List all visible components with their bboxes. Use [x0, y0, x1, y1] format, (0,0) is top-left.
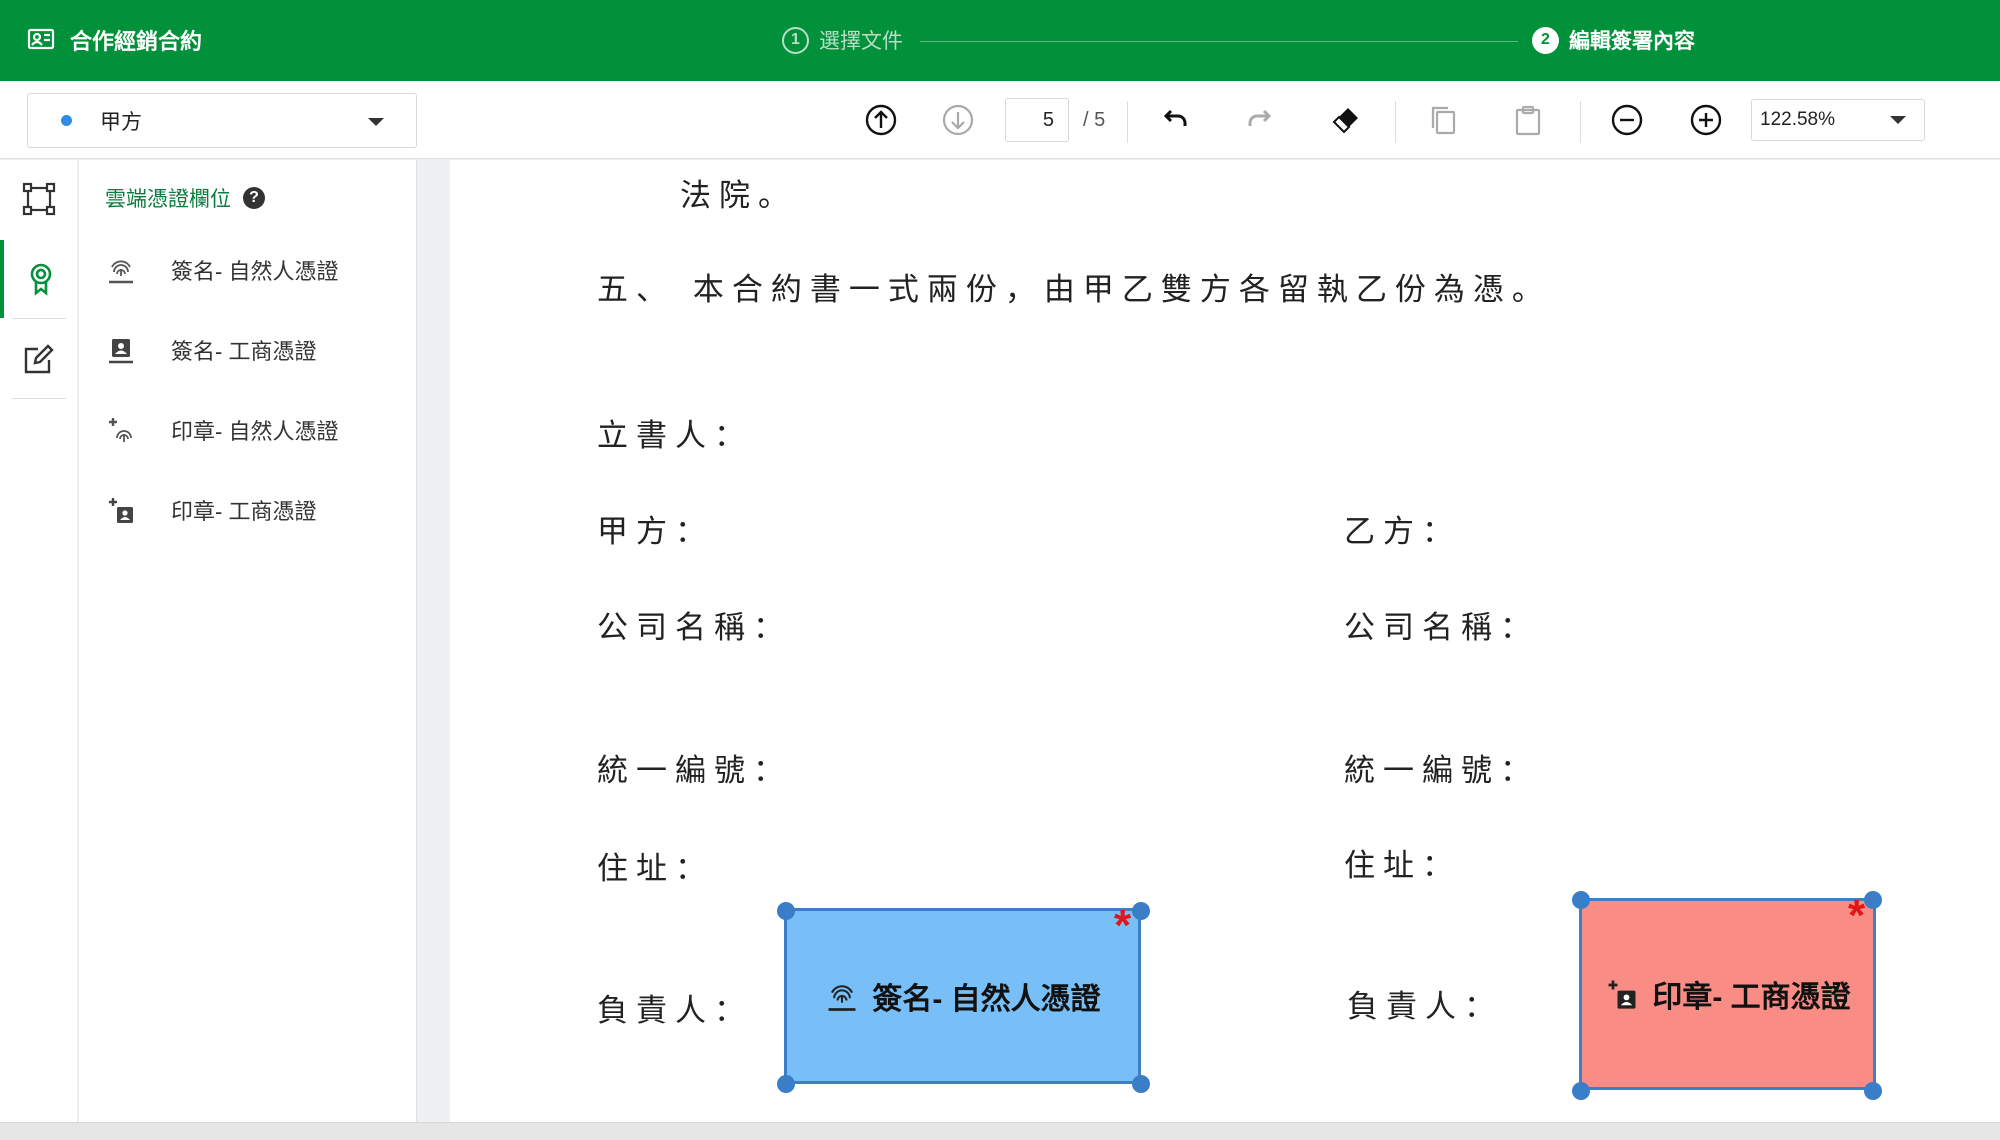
- party-color-dot: [61, 115, 72, 126]
- doc-address-b: 住址：: [1344, 848, 1461, 884]
- help-icon[interactable]: ?: [243, 187, 265, 209]
- badge-sign-icon: [109, 339, 133, 364]
- minus-circle-icon: [1611, 104, 1643, 136]
- undo-button[interactable]: [1154, 99, 1196, 141]
- arrow-down-circle-icon: [942, 104, 974, 136]
- field-sign-business[interactable]: 簽名- 工商憑證: [105, 330, 316, 370]
- field-panel: 雲端憑證欄位 ? 簽名- 自然人憑證 簽名- 工商憑證 印章- 自然人憑證 印章…: [79, 160, 417, 1122]
- step-edit-signature[interactable]: 2 編輯簽署內容: [1532, 22, 1695, 58]
- field-label: 簽名- 自然人憑證: [171, 259, 339, 284]
- copy-icon: [1431, 106, 1456, 135]
- redo-icon: [1248, 109, 1272, 126]
- doc-signatory-label: 立書人：: [597, 418, 753, 454]
- zoom-in-button[interactable]: [1685, 99, 1727, 141]
- fingerprint-sign-icon: [109, 260, 133, 284]
- fingerprint-sign-icon: [828, 985, 856, 1011]
- badge-stamp-icon: [1608, 980, 1636, 1009]
- chevron-down-icon: [1890, 116, 1906, 124]
- zoom-select[interactable]: 122.58%: [1751, 99, 1925, 141]
- field-label: 印章- 工商憑證: [171, 499, 317, 524]
- doc-tax-id-a: 統一編號：: [597, 753, 792, 789]
- eraser-button[interactable]: [1324, 99, 1366, 141]
- doc-responsible-b: 負責人：: [1347, 989, 1503, 1025]
- resize-handle-bottom-left[interactable]: [1572, 1082, 1590, 1100]
- selection-frame-icon: [22, 182, 56, 216]
- resize-handle-top-right[interactable]: [1132, 902, 1150, 920]
- rail-divider: [12, 318, 66, 319]
- doc-party-b-label: 乙方：: [1344, 514, 1461, 550]
- tool-rail: [0, 160, 78, 1122]
- required-star: *: [1848, 891, 1866, 940]
- arrow-up-circle-icon: [865, 104, 897, 136]
- rail-select-tool[interactable]: [0, 160, 78, 238]
- panel-title-text: 雲端憑證欄位: [105, 188, 231, 211]
- doc-party-a-label: 甲方：: [597, 514, 714, 550]
- rail-certificate-tool[interactable]: [0, 240, 78, 318]
- toolbar: 甲方 5 / 5 122.58%: [0, 81, 2000, 159]
- undo-icon: [1163, 109, 1187, 126]
- resize-handle-top-left[interactable]: [1572, 891, 1590, 909]
- page-number-input[interactable]: 5: [1005, 98, 1069, 142]
- app-title-text: 合作經銷合約: [70, 29, 203, 54]
- required-star: *: [1114, 901, 1132, 950]
- redo-button[interactable]: [1239, 99, 1281, 141]
- step-label: 編輯簽署內容: [1569, 30, 1695, 53]
- eraser-icon: [1332, 108, 1358, 134]
- rail-edit-tool[interactable]: [0, 320, 78, 398]
- plus-circle-icon: [1690, 104, 1722, 136]
- doc-tax-id-b: 統一編號：: [1344, 753, 1539, 789]
- clipboard-icon: [1515, 105, 1541, 136]
- fingerprint-stamp-icon: [109, 418, 132, 442]
- resize-handle-top-left[interactable]: [777, 902, 795, 920]
- resize-handle-top-right[interactable]: [1864, 891, 1882, 909]
- step-label: 選擇文件: [819, 30, 903, 53]
- toolbar-divider: [1580, 101, 1581, 143]
- field-label: 簽名- 工商憑證: [171, 339, 317, 364]
- award-badge-icon: [30, 263, 52, 296]
- doc-company-name-b: 公司名稱：: [1344, 610, 1539, 646]
- doc-responsible-a: 負責人：: [597, 993, 753, 1029]
- signature-field-personal[interactable]: 簽名- 自然人憑證: [784, 908, 1141, 1084]
- copy-button[interactable]: [1422, 99, 1464, 141]
- edit-square-icon: [24, 344, 54, 374]
- signature-field-label: 簽名- 自然人憑證: [872, 983, 1101, 1016]
- doc-clause-five: 五、 本合約書一式兩份，由甲乙雙方各留執乙份為憑。: [597, 272, 1551, 308]
- resize-handle-bottom-right[interactable]: [1864, 1082, 1882, 1100]
- field-sign-personal[interactable]: 簽名- 自然人憑證: [105, 250, 338, 290]
- step-number: 2: [1532, 26, 1559, 54]
- toolbar-divider: [1395, 101, 1396, 143]
- field-stamp-personal[interactable]: 印章- 自然人憑證: [105, 410, 338, 450]
- stamp-field-label: 印章- 工商憑證: [1652, 981, 1851, 1014]
- resize-handle-bottom-left[interactable]: [777, 1075, 795, 1093]
- doc-address-a: 住址：: [597, 851, 714, 887]
- doc-company-name-a: 公司名稱：: [597, 610, 792, 646]
- app-title: 合作經銷合約: [26, 22, 202, 58]
- step-select-document[interactable]: 1 選擇文件: [782, 22, 903, 58]
- zoom-value: 122.58%: [1760, 109, 1836, 130]
- stamp-field-business[interactable]: 印章- 工商憑證: [1579, 898, 1876, 1090]
- page-total: / 5: [1083, 109, 1106, 131]
- rail-divider: [12, 398, 66, 399]
- field-label: 印章- 自然人憑證: [171, 419, 339, 444]
- party-select-value: 甲方: [100, 110, 142, 134]
- app-header: 合作經銷合約 1 選擇文件 2 編輯簽署內容: [0, 0, 2000, 81]
- party-select[interactable]: 甲方: [27, 93, 417, 148]
- step-number: 1: [782, 26, 809, 54]
- previous-page-button[interactable]: [860, 99, 902, 141]
- contract-icon: [27, 28, 55, 50]
- toolbar-divider: [1127, 101, 1128, 143]
- chevron-down-icon: [368, 118, 384, 126]
- paste-button[interactable]: [1507, 99, 1549, 141]
- doc-line-court: 法院。: [680, 178, 797, 214]
- next-page-button[interactable]: [937, 99, 979, 141]
- horizontal-scrollbar[interactable]: [0, 1122, 2000, 1140]
- step-connector: [920, 41, 1518, 42]
- zoom-out-button[interactable]: [1606, 99, 1648, 141]
- resize-handle-bottom-right[interactable]: [1132, 1075, 1150, 1093]
- field-stamp-business[interactable]: 印章- 工商憑證: [105, 490, 316, 530]
- badge-stamp-icon: [109, 498, 133, 523]
- panel-title: 雲端憑證欄位 ?: [105, 183, 265, 213]
